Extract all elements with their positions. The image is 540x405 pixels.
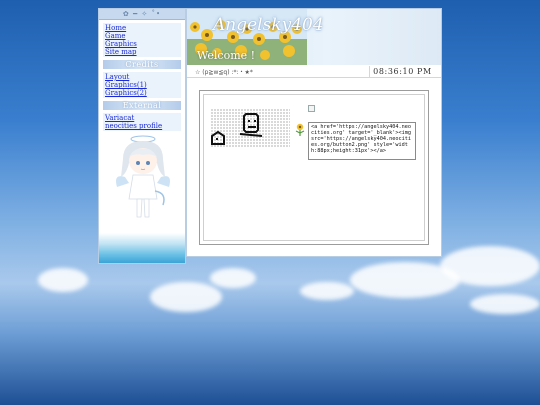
cloud-4 — [300, 282, 354, 300]
kaomoji-text: ☆ (p≧w≦q) :*:・★* — [195, 69, 253, 76]
cloud-1 — [38, 268, 88, 292]
info-bar: ☆ (p≧w≦q) :*:・★* 08:36:10 PM — [187, 66, 441, 78]
cloud-2 — [150, 282, 222, 312]
welcome-text: Welcome ! — [197, 49, 256, 62]
site-title: Angelsky404 — [213, 15, 324, 35]
credits-heading: Credits — [103, 60, 181, 69]
nav-links: Home Game Graphics Site map — [103, 23, 181, 57]
external-links: Variacat neocities profile — [103, 113, 181, 131]
pixel-art-image — [210, 108, 290, 148]
cloud-6 — [440, 246, 540, 286]
content-area: <a href='https://angelsky404.neocities.o… — [203, 94, 425, 241]
external-variacat-link[interactable]: Variacat — [105, 114, 179, 122]
water-splash-image — [99, 233, 185, 263]
credit-layout-link[interactable]: Layout — [105, 73, 179, 81]
website-window: ✿ ━ ✧ ˚• Home Game Graphics Site map Cre… — [98, 8, 442, 264]
cloud-3 — [210, 268, 256, 288]
sidebar-top-strip: ✿ ━ ✧ ˚• — [99, 9, 185, 20]
broken-image-icon — [308, 105, 315, 112]
nav-home-link[interactable]: Home — [105, 24, 179, 32]
credit-links: Layout Graphics(1) Graphics(2) — [103, 72, 181, 98]
external-heading: External — [103, 101, 181, 110]
pixel-doodle-image — [211, 113, 263, 145]
credit-graphics2-link[interactable]: Graphics(2) — [105, 89, 179, 97]
header-banner: Angelsky404 Welcome ! — [187, 9, 441, 65]
nav-graphics-link[interactable]: Graphics — [105, 40, 179, 48]
angel-character-image — [116, 135, 170, 218]
flower-icon — [295, 123, 305, 136]
sidebar: ✿ ━ ✧ ˚• Home Game Graphics Site map Cre… — [98, 8, 186, 264]
main-panel: Angelsky404 Welcome ! ☆ (p≧w≦q) :*:・★* 0… — [186, 8, 442, 257]
nav-sitemap-link[interactable]: Site map — [105, 48, 179, 56]
button-code-textarea[interactable]: <a href='https://angelsky404.neocities.o… — [308, 122, 416, 160]
content-frame: <a href='https://angelsky404.neocities.o… — [199, 90, 429, 245]
credit-graphics1-link[interactable]: Graphics(1) — [105, 81, 179, 89]
clock-display: 08:36:10 PM — [369, 66, 435, 77]
external-neocities-link[interactable]: neocities profile — [105, 122, 179, 130]
nav-game-link[interactable]: Game — [105, 32, 179, 40]
cloud-7 — [470, 294, 540, 314]
